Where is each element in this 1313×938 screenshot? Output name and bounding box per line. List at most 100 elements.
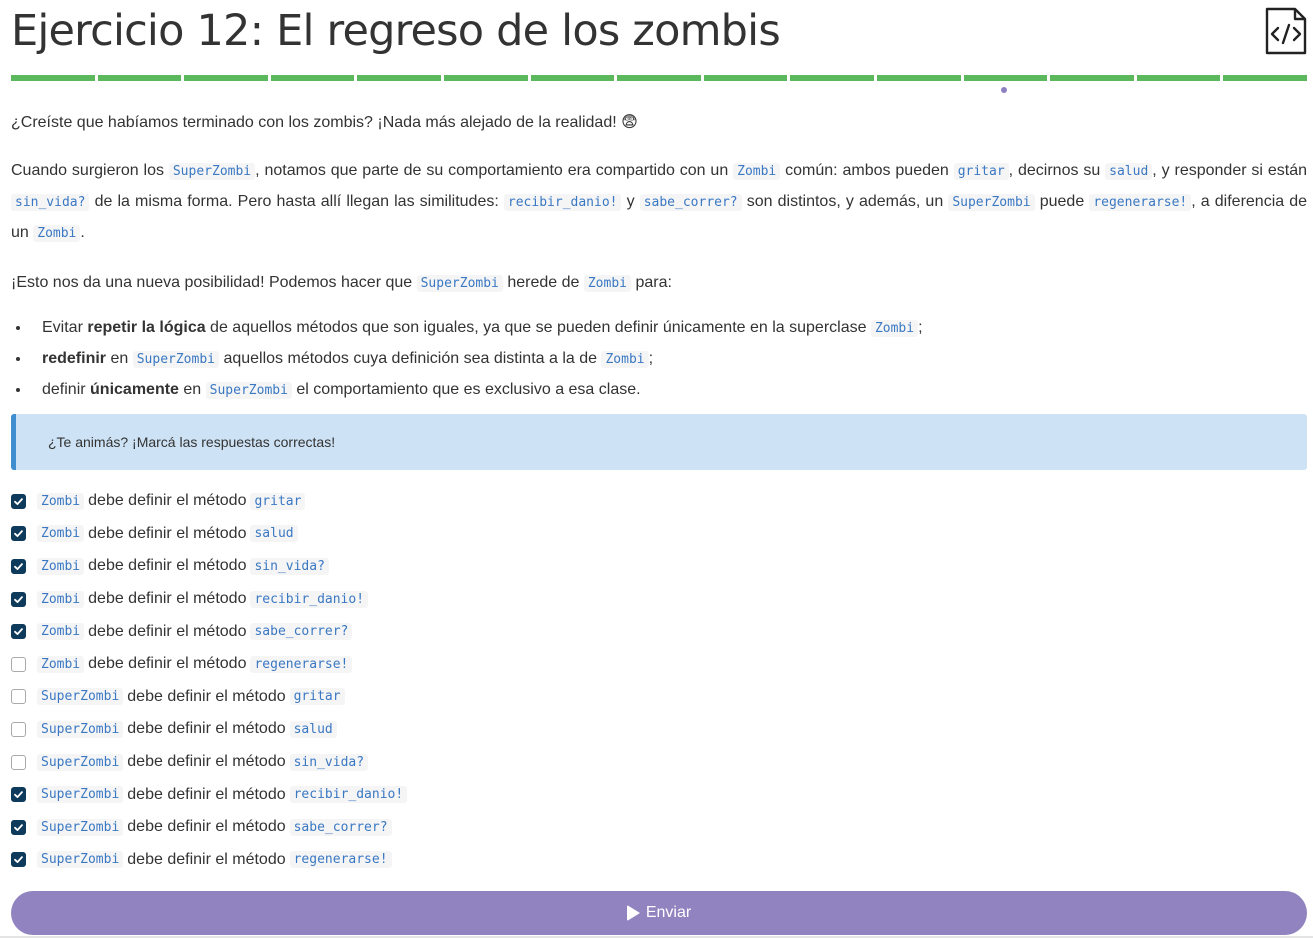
list-item: redefinir en SuperZombi aquellos métodos… xyxy=(31,344,1307,375)
checkbox[interactable] xyxy=(11,624,26,640)
code-zombi: Zombi xyxy=(33,225,81,242)
answer-option[interactable]: Zombi debe definir el método sin_vida? xyxy=(11,550,1307,583)
play-icon xyxy=(626,905,640,921)
option-method: sin_vida? xyxy=(250,557,329,575)
option-class: Zombi xyxy=(37,655,85,673)
progress-segment[interactable] xyxy=(530,75,615,81)
check-icon xyxy=(14,628,23,636)
option-class: SuperZombi xyxy=(37,688,124,706)
option-method: recibir_danio! xyxy=(289,786,408,804)
progress-segment[interactable] xyxy=(876,75,961,81)
option-text: debe definir el método xyxy=(127,785,286,803)
check-icon xyxy=(14,497,23,505)
progress-segment[interactable] xyxy=(703,75,788,81)
answer-option[interactable]: Zombi debe definir el método salud xyxy=(11,518,1307,551)
option-method: gritar xyxy=(289,688,345,706)
progress-segment[interactable] xyxy=(1136,75,1221,81)
option-text: debe definir el método xyxy=(127,818,286,836)
code-zombi: Zombi xyxy=(733,163,781,180)
code-zombi: Zombi xyxy=(583,275,631,292)
option-method: salud xyxy=(250,525,298,543)
option-method: regenerarse! xyxy=(289,851,392,869)
code-superzombi: SuperZombi xyxy=(948,194,1035,211)
checkbox[interactable] xyxy=(11,526,26,542)
checkbox[interactable] xyxy=(11,819,26,835)
option-method: sabe_correr? xyxy=(250,623,353,641)
option-method: sabe_correr? xyxy=(289,818,392,836)
code-zombi: Zombi xyxy=(870,320,919,337)
option-text: debe definir el método xyxy=(88,557,247,575)
option-text: debe definir el método xyxy=(127,720,286,738)
option-text: debe definir el método xyxy=(88,492,247,510)
option-class: SuperZombi xyxy=(37,720,124,738)
option-class: SuperZombi xyxy=(37,818,124,836)
option-class: Zombi xyxy=(37,492,85,510)
progress-segment[interactable] xyxy=(617,75,701,81)
option-text: debe definir el método xyxy=(127,753,286,771)
answer-option[interactable]: Zombi debe definir el método sabe_correr? xyxy=(11,615,1307,648)
checkbox[interactable] xyxy=(11,493,26,509)
option-text: debe definir el método xyxy=(88,655,247,673)
checkbox[interactable] xyxy=(11,852,26,868)
progress-current-marker xyxy=(1001,87,1007,93)
possibility-paragraph: ¡Esto nos da una nueva posibilidad! Pode… xyxy=(11,274,672,292)
answer-option[interactable]: Zombi debe definir el método gritar xyxy=(11,485,1307,518)
code-sabe-correr: sabe_correr? xyxy=(639,194,742,211)
code-superzombi: SuperZombi xyxy=(416,275,503,292)
option-class: Zombi xyxy=(37,623,85,641)
option-text: debe definir el método xyxy=(88,590,247,608)
option-class: SuperZombi xyxy=(37,851,124,869)
option-class: SuperZombi xyxy=(37,786,124,804)
option-text: debe definir el método xyxy=(127,687,286,705)
option-class: Zombi xyxy=(37,557,85,575)
submit-button[interactable]: Enviar xyxy=(11,891,1307,935)
code-file-icon[interactable] xyxy=(1265,7,1307,55)
checkbox[interactable] xyxy=(11,754,26,770)
answer-option[interactable]: SuperZombi debe definir el método salud xyxy=(11,713,1307,746)
checkbox[interactable] xyxy=(11,721,26,737)
option-method: recibir_danio! xyxy=(250,590,369,608)
answer-option[interactable]: Zombi debe definir el método recibir_danio… xyxy=(11,583,1307,616)
progress-segment[interactable] xyxy=(963,75,1048,81)
option-class: SuperZombi xyxy=(37,753,124,771)
progress-segment[interactable] xyxy=(357,75,441,81)
code-sin-vida: sin_vida? xyxy=(11,194,90,211)
code-gritar: gritar xyxy=(953,163,1009,180)
checkbox[interactable] xyxy=(11,787,26,803)
progress-segment[interactable] xyxy=(270,75,355,81)
answer-options: Zombi debe definir el método gritar Zombi de… xyxy=(11,485,1307,876)
explanation-paragraph: Cuando surgieron los SuperZombi, notamos… xyxy=(11,162,1308,242)
answer-option[interactable]: SuperZombi debe definir el método sin_vida… xyxy=(11,746,1307,779)
answer-option[interactable]: SuperZombi debe definir el método sabe_cor… xyxy=(11,811,1307,844)
answer-option[interactable]: SuperZombi debe definir el método gritar xyxy=(11,681,1307,714)
fearful-face-emoji: 😨 xyxy=(621,114,638,131)
check-icon xyxy=(14,530,23,538)
progress-segment[interactable] xyxy=(184,75,268,81)
progress-segment[interactable] xyxy=(97,75,182,81)
answer-option[interactable]: Zombi debe definir el método regenerarse! xyxy=(11,648,1307,681)
code-zombi: Zombi xyxy=(601,351,649,368)
code-salud: salud xyxy=(1105,163,1153,180)
checkbox[interactable] xyxy=(11,591,26,607)
answer-option[interactable]: SuperZombi debe definir el método recibir_… xyxy=(11,778,1307,811)
option-class: Zombi xyxy=(37,590,85,608)
code-superzombi: SuperZombi xyxy=(132,351,219,368)
checkbox[interactable] xyxy=(11,689,26,705)
progress-segment[interactable] xyxy=(443,75,528,81)
progress-segment[interactable] xyxy=(1050,75,1134,81)
progress-segment[interactable] xyxy=(790,75,874,81)
code-regenerarse: regenerarse! xyxy=(1089,194,1192,211)
check-icon xyxy=(14,595,23,603)
check-icon xyxy=(14,856,23,864)
progress-segment[interactable] xyxy=(1223,75,1307,81)
progress-bar xyxy=(11,75,1307,81)
instruction-callout: ¿Te animás? ¡Marcá las respuestas correc… xyxy=(11,414,1307,470)
option-method: regenerarse! xyxy=(250,655,353,673)
check-icon xyxy=(14,791,23,799)
intro-paragraph: ¿Creíste que habíamos terminado con los … xyxy=(11,108,1307,138)
checkbox[interactable] xyxy=(11,558,26,574)
checkbox[interactable] xyxy=(11,656,26,672)
progress-segment[interactable] xyxy=(11,75,95,81)
answer-option[interactable]: SuperZombi debe definir el método regenera… xyxy=(11,844,1307,877)
check-icon xyxy=(14,563,23,570)
